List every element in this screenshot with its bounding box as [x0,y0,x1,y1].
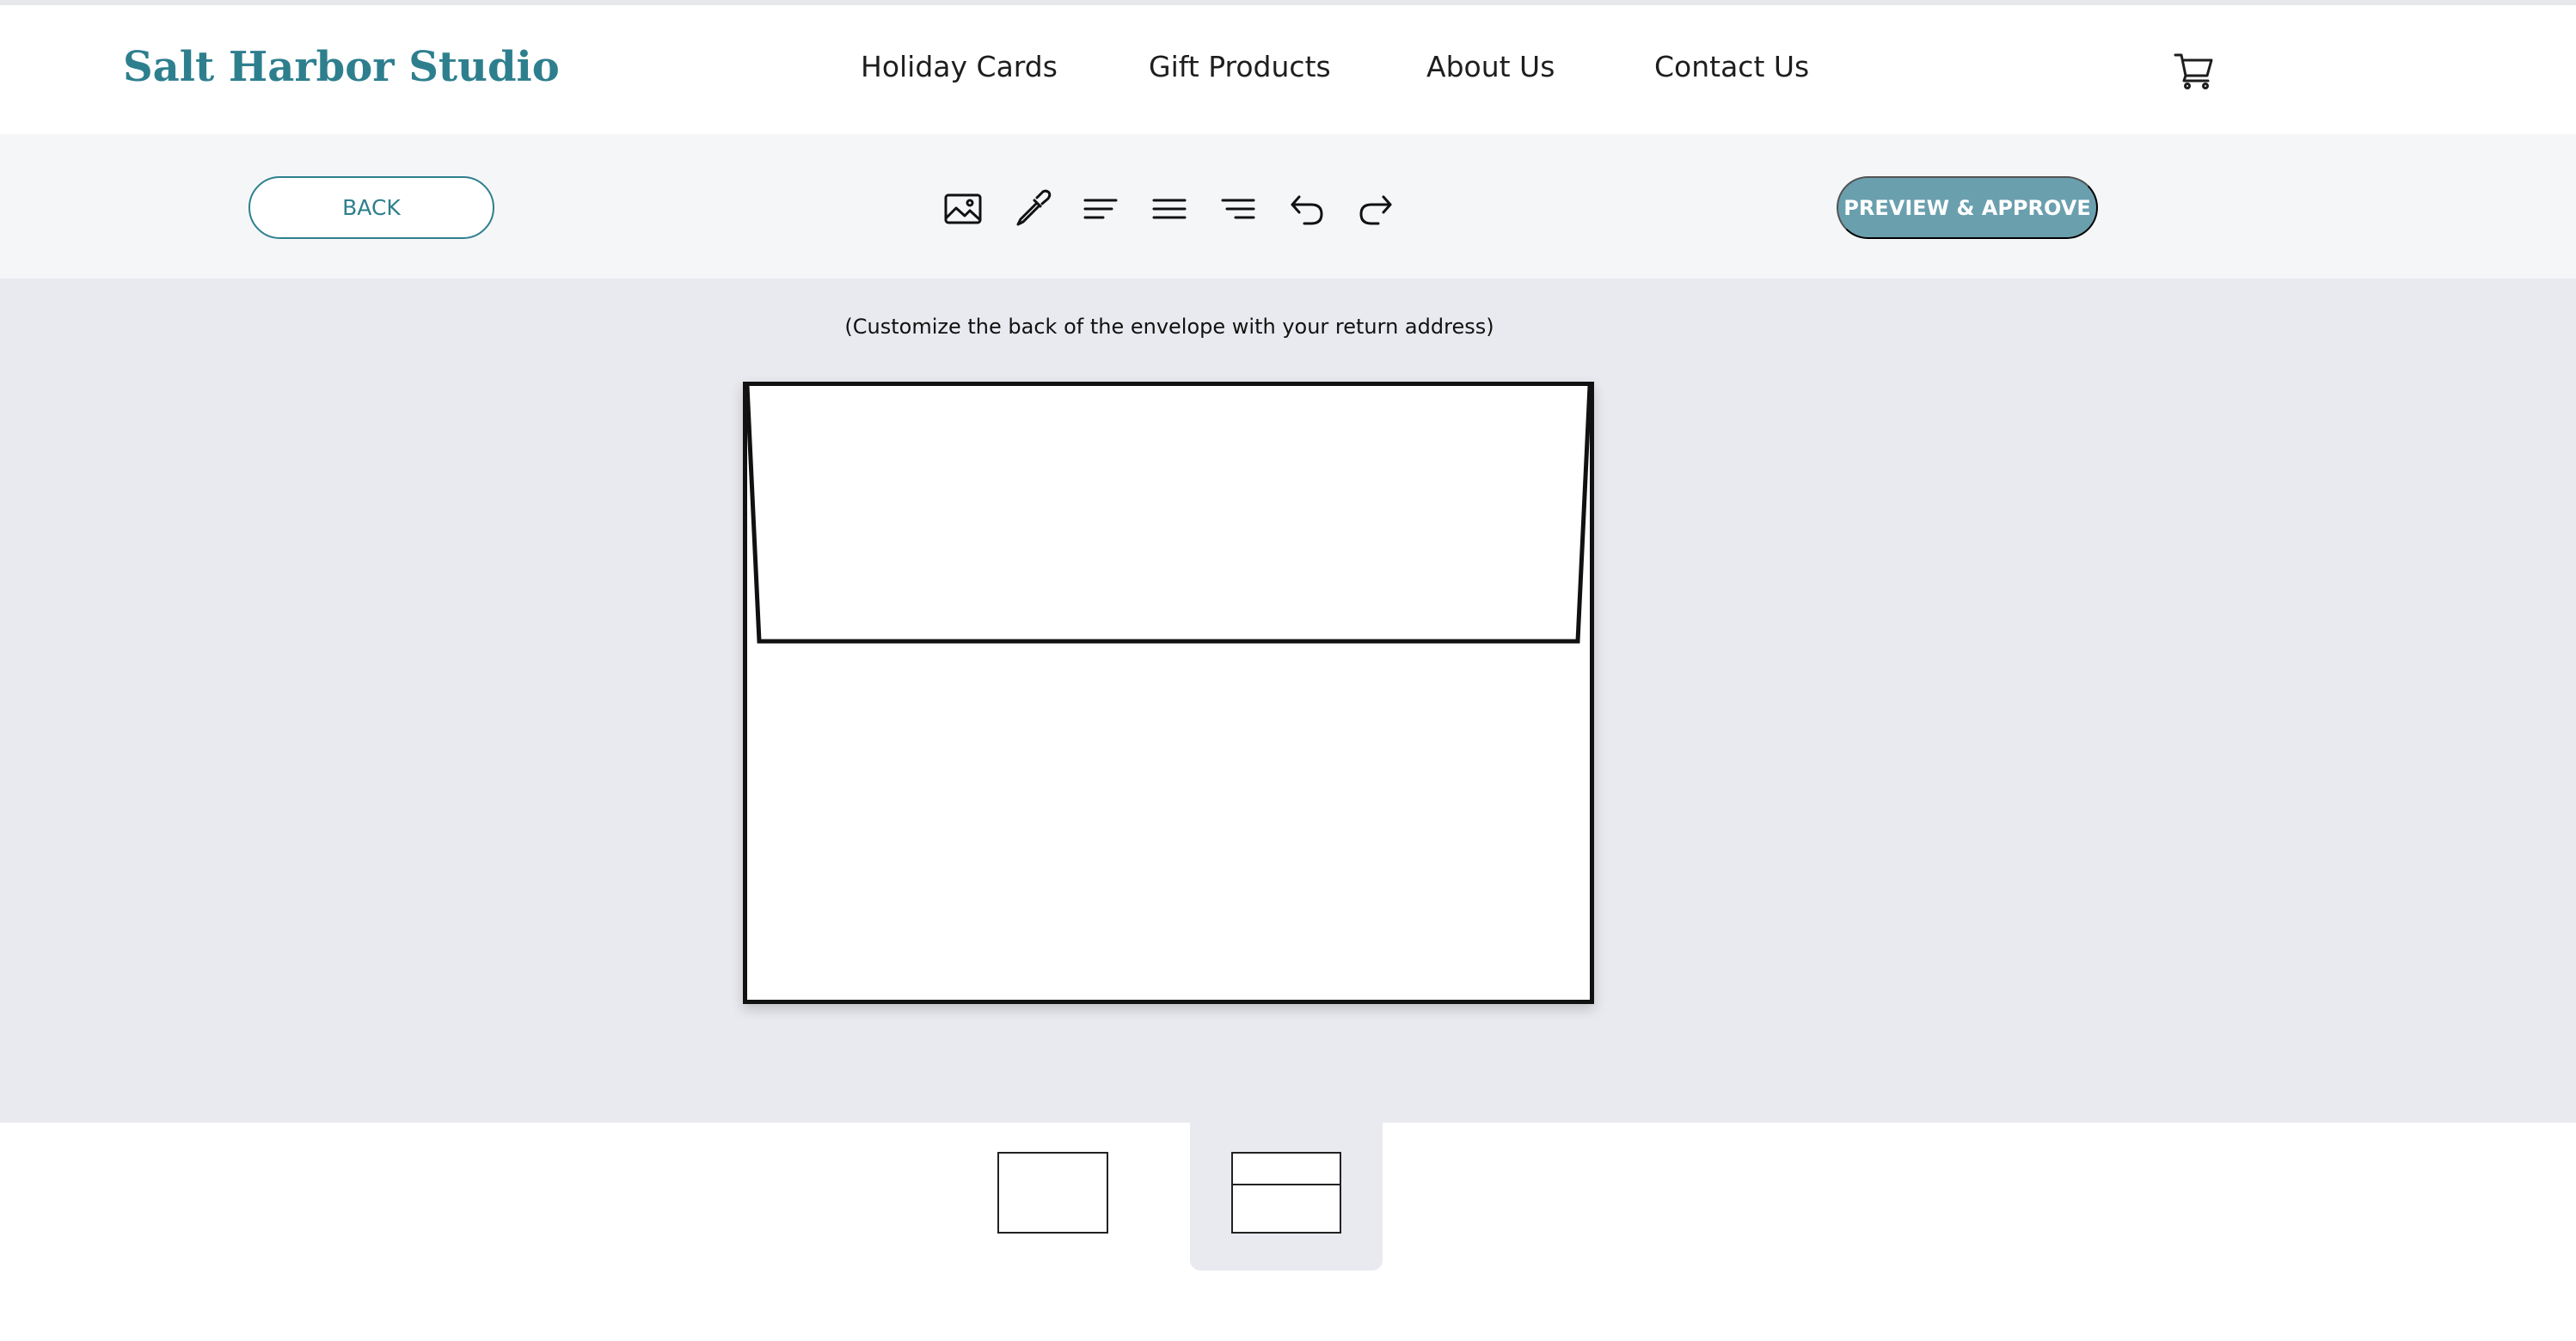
align-right-icon[interactable] [1217,187,1260,230]
canvas-instruction: (Customize the back of the envelope with… [844,315,1494,339]
align-center-icon[interactable] [1148,187,1191,230]
envelope-flap [747,386,1590,644]
redo-icon[interactable] [1354,187,1397,230]
envelope-front-thumbnail[interactable] [997,1152,1108,1234]
nav-gift-products[interactable]: Gift Products [1149,50,1331,83]
image-icon[interactable] [941,187,984,230]
nav-holiday-cards[interactable]: Holiday Cards [861,50,1058,83]
envelope-back-thumbnail[interactable] [1231,1152,1341,1234]
nav-about-us[interactable]: About Us [1426,50,1555,83]
view-thumbnails [0,1123,2576,1341]
align-left-icon[interactable] [1079,187,1122,230]
undo-icon[interactable] [1285,187,1328,230]
envelope-back-canvas[interactable] [743,382,1594,1004]
editor-toolbar: BACK PREVIEW & APPROVE [0,134,2576,279]
eyedropper-icon[interactable] [1010,187,1053,230]
thumbnail-flap [1233,1154,1340,1185]
design-canvas-area: (Customize the back of the envelope with… [0,279,2576,1123]
preview-approve-button[interactable]: PREVIEW & APPROVE [1837,176,2098,239]
cart-icon[interactable] [2173,52,2214,89]
nav-contact-us[interactable]: Contact Us [1654,50,1809,83]
site-header: Salt Harbor Studio Holiday Cards Gift Pr… [0,5,2576,134]
back-button[interactable]: BACK [248,176,494,239]
